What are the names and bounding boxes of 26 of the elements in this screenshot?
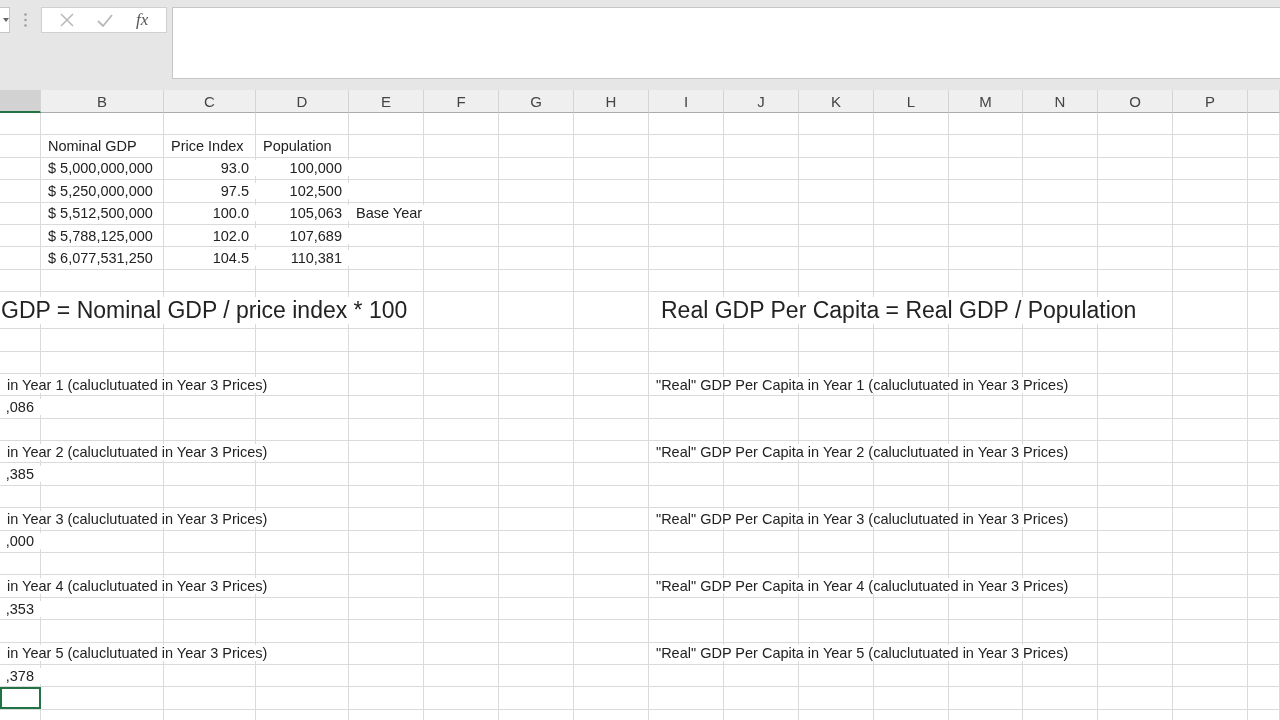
column-header[interactable]: E xyxy=(349,90,424,113)
column-header[interactable]: M xyxy=(949,90,1023,113)
selected-cell[interactable] xyxy=(0,687,41,709)
name-box[interactable] xyxy=(0,7,10,33)
check-icon[interactable] xyxy=(96,13,113,27)
formula-heading: GDP = Nominal GDP / price index * 100 xyxy=(0,296,408,324)
insert-function-button[interactable]: fx xyxy=(136,10,149,30)
column-header[interactable]: F xyxy=(424,90,499,113)
column-header[interactable]: O xyxy=(1098,90,1173,113)
column-header[interactable]: H xyxy=(574,90,649,113)
column-header[interactable] xyxy=(0,90,41,113)
formula-input[interactable] xyxy=(172,7,1280,79)
column-header[interactable]: C xyxy=(164,90,256,113)
column-header[interactable]: N xyxy=(1023,90,1098,113)
column-header[interactable]: B xyxy=(41,90,164,113)
grip-icon xyxy=(24,13,27,27)
column-header[interactable]: J xyxy=(724,90,799,113)
column-header[interactable] xyxy=(1248,90,1280,113)
column-header[interactable]: D xyxy=(256,90,349,113)
column-header[interactable]: P xyxy=(1173,90,1248,113)
column-header[interactable]: L xyxy=(874,90,949,113)
column-header[interactable]: I xyxy=(649,90,724,113)
caret-icon xyxy=(3,18,9,22)
cancel-icon[interactable] xyxy=(59,13,74,27)
column-header[interactable]: G xyxy=(499,90,574,113)
column-header[interactable]: K xyxy=(799,90,874,113)
